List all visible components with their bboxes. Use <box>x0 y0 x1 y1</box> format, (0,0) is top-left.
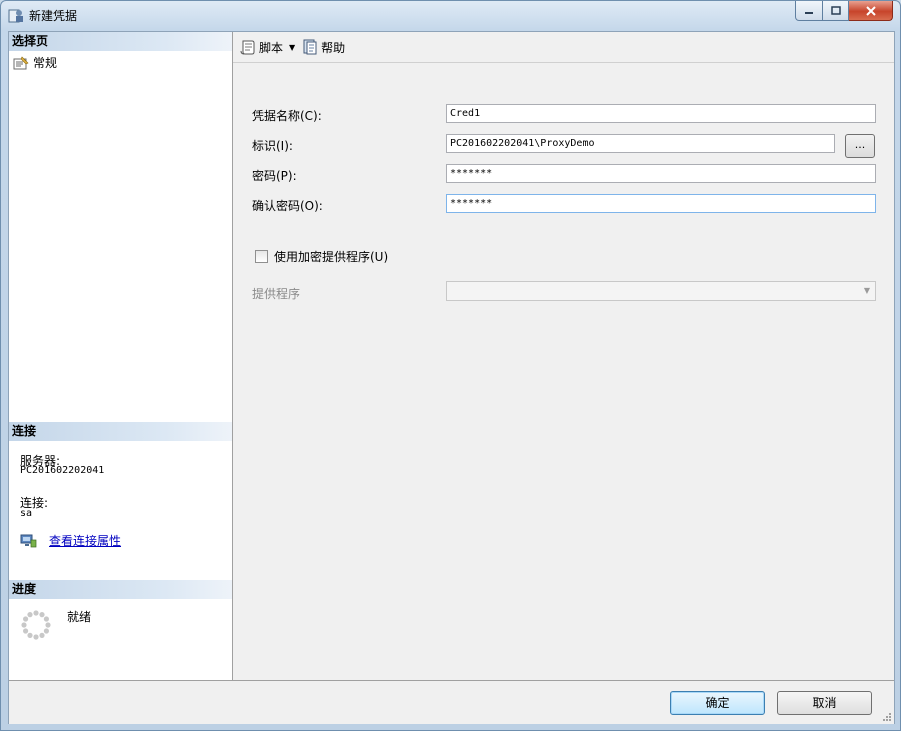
identity-field[interactable]: PC201602202041\ProxyDemo <box>446 134 835 153</box>
connection-header: 连接 <box>9 422 232 441</box>
server-value: PC201602202041 <box>20 465 105 476</box>
properties-page-icon <box>13 55 29 69</box>
right-pane: 脚本 ▼ 帮助 凭据名称(C): Cred1 标识(I): PC20160220… <box>233 32 894 680</box>
help-icon <box>303 39 317 55</box>
close-button[interactable] <box>849 1 893 21</box>
browse-identity-button[interactable]: ... <box>845 134 875 158</box>
help-button[interactable]: 帮助 <box>302 39 345 56</box>
chevron-down-icon: ▼ <box>863 286 870 295</box>
use-provider-option[interactable]: 使用加密提供程序(U) <box>255 248 388 265</box>
left-pane: 选择页 常规 连接 服务器: PC201602202041 连接: sa 查看连… <box>9 32 233 680</box>
resize-grip-icon[interactable] <box>882 712 892 722</box>
page-item-label: 常规 <box>33 56 58 70</box>
caption-buttons <box>795 1 893 21</box>
page-item-general[interactable]: 常规 <box>13 54 57 71</box>
server-properties-icon <box>20 534 37 548</box>
provider-label: 提供程序 <box>252 287 301 301</box>
credential-app-icon <box>8 7 24 23</box>
confirm-password-label: 确认密码(O): <box>252 199 323 213</box>
dialog-window: 新建凭据 选择页 常规 连接 服务器: PC201602202041 连接: s… <box>0 0 901 731</box>
dialog-client: 选择页 常规 连接 服务器: PC201602202041 连接: sa 查看连… <box>8 31 895 724</box>
minimize-icon <box>805 11 813 14</box>
minimize-button[interactable] <box>795 1 823 21</box>
connection-value: sa <box>20 508 33 519</box>
window-title: 新建凭据 <box>29 9 78 23</box>
use-provider-label: 使用加密提供程序(U) <box>274 250 389 264</box>
credential-name-label: 凭据名称(C): <box>252 109 322 123</box>
close-icon <box>865 5 876 16</box>
script-dropdown-icon[interactable]: ▼ <box>289 43 295 52</box>
use-provider-checkbox[interactable] <box>255 250 268 263</box>
view-connection-properties[interactable]: 查看连接属性 <box>20 532 121 549</box>
button-bar: 确定 取消 <box>9 680 894 724</box>
maximize-button[interactable] <box>823 1 849 21</box>
toolbar: 脚本 ▼ 帮助 <box>233 32 894 63</box>
progress-header: 进度 <box>9 580 232 599</box>
password-label: 密码(P): <box>252 169 297 183</box>
provider-select: ▼ <box>446 281 876 301</box>
cancel-button[interactable]: 取消 <box>777 691 872 715</box>
view-connection-properties-link[interactable]: 查看连接属性 <box>49 532 121 549</box>
maximize-icon <box>830 6 841 15</box>
password-field[interactable]: ******* <box>446 164 876 183</box>
progress-spinner-icon <box>21 610 51 640</box>
script-label: 脚本 <box>259 40 284 55</box>
script-icon <box>240 40 255 55</box>
help-label: 帮助 <box>321 40 346 55</box>
identity-label: 标识(I): <box>252 139 293 153</box>
progress-status: 就绪 <box>67 610 92 624</box>
select-page-header: 选择页 <box>9 32 232 51</box>
credential-name-field[interactable]: Cred1 <box>446 104 876 123</box>
ok-button[interactable]: 确定 <box>670 691 765 715</box>
title-bar[interactable]: 新建凭据 <box>1 1 900 29</box>
confirm-password-field[interactable]: ******* <box>446 194 876 213</box>
script-button[interactable]: 脚本 <box>240 39 283 56</box>
